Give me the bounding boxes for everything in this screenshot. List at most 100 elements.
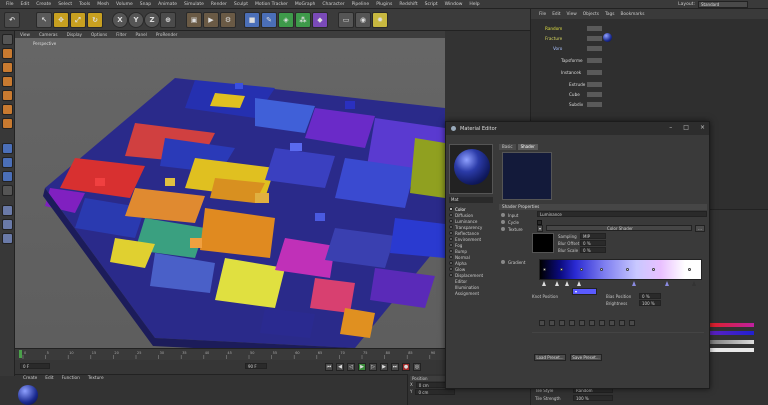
menu-redshift[interactable]: Redshift <box>399 2 417 7</box>
prev-frame-icon[interactable]: ◁ <box>347 363 355 371</box>
gradient-tool-icon[interactable] <box>589 320 595 326</box>
tile-strength-field[interactable]: 100 % <box>573 395 613 401</box>
save-preset-button[interactable]: Save Preset... <box>570 354 602 361</box>
channel-assignment[interactable]: Assignment <box>449 290 499 296</box>
knot-handle[interactable] <box>565 281 569 286</box>
tweak-icon[interactable] <box>2 157 13 168</box>
obj-menu-objects[interactable]: Objects <box>583 12 599 17</box>
select-icon[interactable]: ↖ <box>36 12 52 28</box>
edges-mode-icon[interactable] <box>2 104 13 115</box>
menu-simulate[interactable]: Simulate <box>184 2 204 7</box>
viewport-menu-display[interactable]: Display <box>67 32 82 37</box>
y-axis-button[interactable]: Y <box>128 12 144 28</box>
gradient-knot[interactable] <box>543 268 546 271</box>
gradient-knot[interactable] <box>560 268 563 271</box>
knot-handle[interactable] <box>542 281 546 286</box>
layout-dropdown[interactable]: Standard <box>698 1 748 8</box>
record-icon[interactable]: ● <box>402 363 410 371</box>
gradient-bar[interactable] <box>539 259 702 280</box>
gradient-tool-icon[interactable] <box>539 320 545 326</box>
object-row-voro[interactable]: Voro <box>531 43 768 53</box>
object-visibility-icon[interactable] <box>587 35 602 41</box>
object-row-instancek[interactable]: Instancek <box>531 67 768 77</box>
menu-volume[interactable]: Volume <box>116 2 133 7</box>
gradient-knot[interactable] <box>580 268 583 271</box>
material-thumbnail[interactable] <box>18 385 38 405</box>
go-to-start-icon[interactable]: ⏮ <box>325 363 333 371</box>
gradient-tool-icon[interactable] <box>579 320 585 326</box>
enable-axis-icon[interactable] <box>2 143 13 154</box>
menu-mograph[interactable]: MoGraph <box>295 2 315 7</box>
mat-menu-texture[interactable]: Texture <box>88 376 104 381</box>
gradient-tool-icon[interactable] <box>599 320 605 326</box>
menu-script[interactable]: Script <box>425 2 438 7</box>
object-row-cube[interactable]: Cube <box>531 89 768 99</box>
viewport-menu-view[interactable]: View <box>20 32 30 37</box>
texture-shader-field[interactable]: Color Shader <box>546 225 692 231</box>
animate-dot-icon[interactable] <box>501 227 505 231</box>
menu-sculpt[interactable]: Sculpt <box>234 2 248 7</box>
mat-menu-edit[interactable]: Edit <box>45 376 53 381</box>
menu-pipeline[interactable]: Pipeline <box>352 2 370 7</box>
menu-select[interactable]: Select <box>58 2 72 7</box>
move-icon[interactable]: ✥ <box>53 12 69 28</box>
object-visibility-icon[interactable] <box>587 69 602 75</box>
viewport-menu-cameras[interactable]: Cameras <box>39 32 58 37</box>
snap-icon[interactable] <box>2 171 13 182</box>
sculpt-icon[interactable] <box>2 219 13 230</box>
load-preset-button[interactable]: Load Preset... <box>534 354 566 361</box>
obj-menu-bookmarks[interactable]: Bookmarks <box>620 12 644 17</box>
object-row-fracture[interactable]: Fracture <box>531 33 768 43</box>
object-visibility-icon[interactable] <box>587 91 602 97</box>
knot-handle[interactable] <box>555 281 559 286</box>
menu-tools[interactable]: Tools <box>79 2 90 7</box>
end-frame-field[interactable]: 90 F <box>245 363 267 369</box>
texture-mode-icon[interactable] <box>2 62 13 73</box>
brightness-field[interactable]: 100 % <box>639 300 661 306</box>
gradient-knot[interactable] <box>652 268 655 271</box>
texture-arrow-icon[interactable]: ▾ <box>537 225 543 232</box>
workplane-icon[interactable] <box>2 76 13 87</box>
camera-icon[interactable]: ◉ <box>355 12 371 28</box>
viewport-menu-panel[interactable]: Panel <box>136 32 147 37</box>
animate-dot-icon[interactable] <box>501 213 505 217</box>
object-row-tapsforme[interactable]: Tapsforme <box>531 55 768 65</box>
gradient-knot[interactable] <box>626 268 629 271</box>
material-name-field[interactable]: Mat <box>449 197 493 203</box>
menu-mesh[interactable]: Mesh <box>97 2 109 7</box>
material-editor-titlebar[interactable]: Material Editor – □ × <box>446 122 709 135</box>
render-view-icon[interactable]: ▶ <box>203 12 219 28</box>
array-icon[interactable]: ⁂ <box>295 12 311 28</box>
deformer-icon[interactable]: ◆ <box>312 12 328 28</box>
menu-render[interactable]: Render <box>211 2 227 7</box>
object-visibility-icon[interactable] <box>587 57 602 63</box>
menu-file[interactable]: File <box>6 2 14 7</box>
material-tag-icon[interactable] <box>603 33 612 42</box>
make-editable-icon[interactable] <box>2 34 13 45</box>
knot-handle[interactable] <box>577 281 581 286</box>
menu-edit[interactable]: Edit <box>21 2 30 7</box>
maximize-icon[interactable]: □ <box>683 124 689 131</box>
prev-key-icon[interactable]: ◀ <box>336 363 344 371</box>
render-settings-icon[interactable]: ⚙ <box>220 12 236 28</box>
viewport-menu-prorender[interactable]: ProRender <box>156 32 178 37</box>
material-preview[interactable] <box>449 144 493 194</box>
texture-options-button[interactable]: … <box>695 225 705 232</box>
3d-viewport[interactable]: Perspective <box>15 38 445 348</box>
rotate-icon[interactable]: ↻ <box>87 12 103 28</box>
obj-menu-view[interactable]: View <box>567 12 577 17</box>
knot-handle[interactable] <box>632 281 636 286</box>
mat-menu-function[interactable]: Function <box>62 376 80 381</box>
next-key-icon[interactable]: ▶ <box>380 363 388 371</box>
coord-system-icon[interactable]: ⊕ <box>160 12 176 28</box>
gradient-tool-icon[interactable] <box>569 320 575 326</box>
timeline-ruler[interactable]: 0 5 10 15 20 25 30 35 40 45 50 55 60 65 70 75 80 85 90 <box>15 348 445 360</box>
animate-dot-icon[interactable] <box>501 260 505 264</box>
model-mode-icon[interactable] <box>2 48 13 59</box>
light-icon[interactable]: ✹ <box>372 12 388 28</box>
subdivide-icon[interactable]: ◈ <box>278 12 294 28</box>
menu-snap[interactable]: Snap <box>140 2 151 7</box>
gradient-knot[interactable] <box>600 268 603 271</box>
bias-position-field[interactable]: 0 % <box>639 293 661 299</box>
minimize-icon[interactable]: – <box>669 124 672 131</box>
